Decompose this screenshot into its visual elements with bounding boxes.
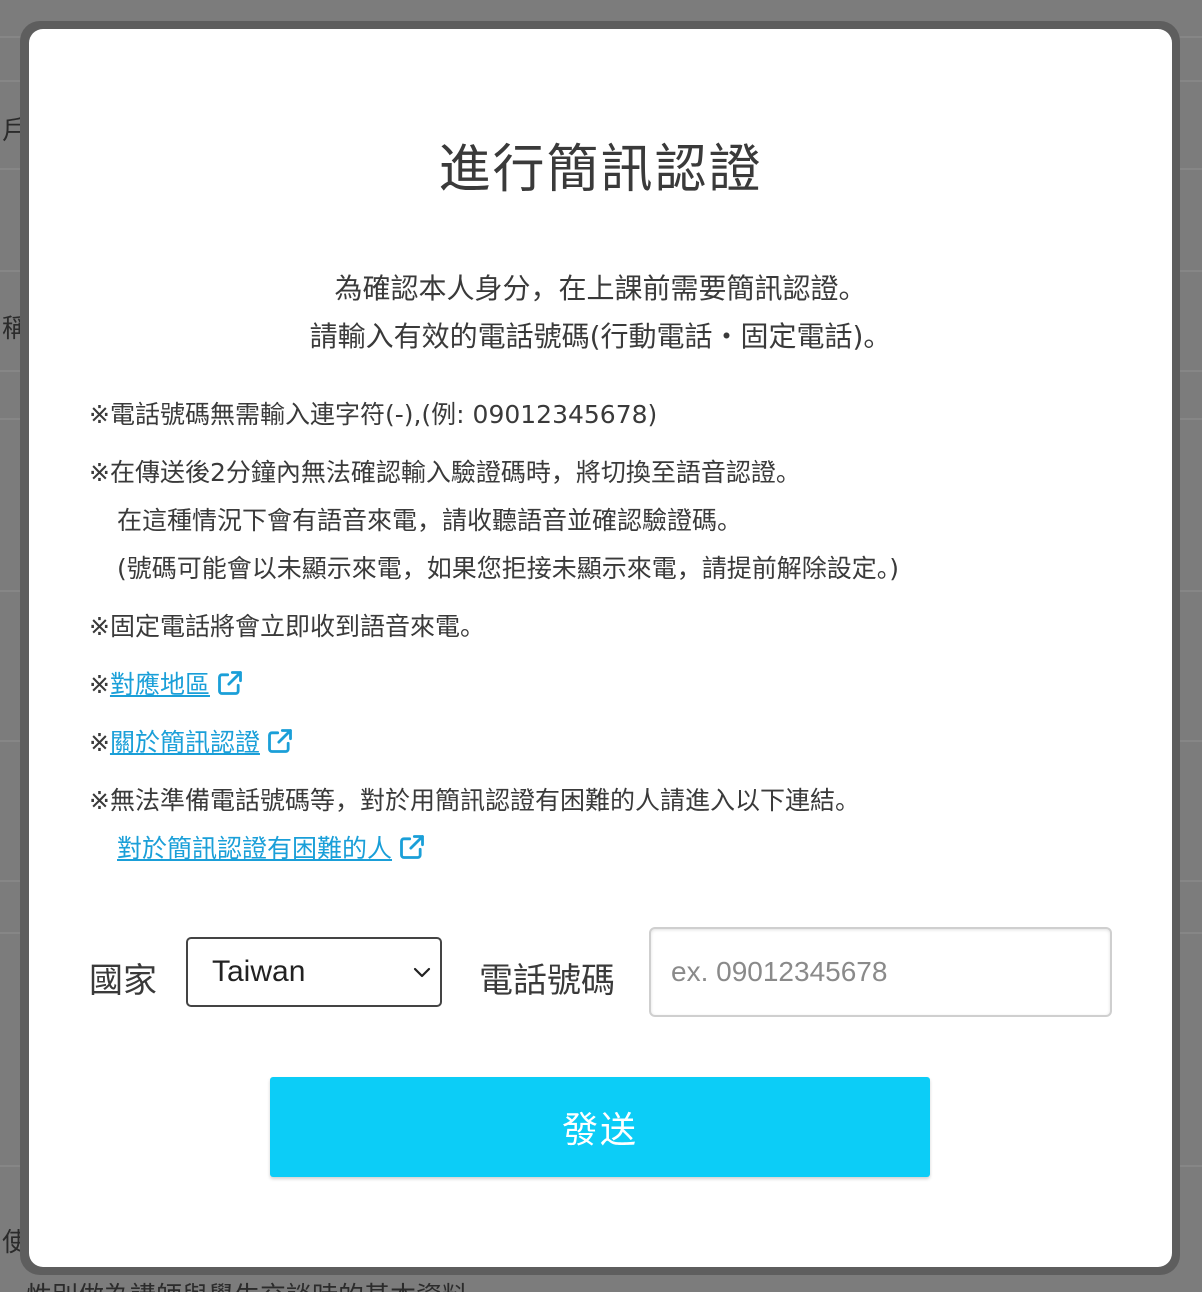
- sms-verification-modal: 進行簡訊認證 為確認本人身分，在上課前需要簡訊認證。 請輸入有效的電話號碼(行動…: [29, 29, 1172, 1267]
- about-sms-link[interactable]: 關於簡訊認證: [110, 728, 294, 757]
- note-text: 在這種情況下會有語音來電，請收聽語音並確認驗證碼。: [117, 506, 743, 535]
- intro-line: 為確認本人身分，在上課前需要簡訊認證。: [334, 272, 867, 305]
- note-difficulty: ※無法準備電話號碼等，對於用簡訊認證有困難的人請進入以下連結。 對於簡訊認證有困…: [89, 777, 1129, 873]
- phone-form: 國家 Taiwan 電話號碼: [89, 927, 1119, 1019]
- note-hyphen: ※電話號碼無需輸入連字符(-),(例: 09012345678): [89, 391, 1129, 439]
- note-mark: ※: [89, 728, 110, 757]
- note-region-link: ※對應地區: [89, 661, 1129, 709]
- note-landline: ※固定電話將會立即收到語音來電。: [89, 603, 1129, 651]
- note-text: ※在傳送後2分鐘內無法確認輸入驗證碼時，將切換至語音認證。: [89, 458, 801, 487]
- send-button[interactable]: 發送: [270, 1077, 930, 1177]
- note-mark: ※: [89, 670, 110, 699]
- note-text: ※無法準備電話號碼等，對於用簡訊認證有困難的人請進入以下連結。: [89, 786, 860, 815]
- difficulty-link-label: 對於簡訊認證有困難的人: [117, 834, 393, 863]
- about-sms-link-label: 關於簡訊認證: [109, 728, 260, 757]
- intro-line: 請輸入有效的電話號碼(行動電話・固定電話)。: [309, 320, 892, 353]
- chevron-down-icon: [413, 967, 431, 978]
- note-text: ※電話號碼無需輸入連字符(-),(例: 09012345678): [89, 400, 658, 429]
- country-select[interactable]: Taiwan: [186, 937, 442, 1007]
- background-bottom-text: 性別做為講師與學生交談時的基本資料: [26, 1276, 468, 1292]
- difficulty-link[interactable]: 對於簡訊認證有困難的人: [117, 834, 426, 863]
- region-link-label: 對應地區: [109, 670, 210, 699]
- country-label: 國家: [89, 961, 157, 1001]
- phone-input[interactable]: [649, 927, 1112, 1017]
- country-select-value: Taiwan: [212, 955, 306, 988]
- notes-list: ※電話號碼無需輸入連字符(-),(例: 09012345678) ※在傳送後2分…: [89, 391, 1129, 883]
- note-text: (號碼可能會以未顯示來電，如果您拒接未顯示來電，請提前解除設定。): [117, 554, 900, 583]
- external-link-icon: [400, 835, 424, 859]
- note-about-link: ※關於簡訊認證: [89, 719, 1129, 767]
- external-link-icon: [268, 729, 292, 753]
- note-voice: ※在傳送後2分鐘內無法確認輸入驗證碼時，將切換至語音認證。 在這種情況下會有語音…: [89, 449, 1129, 593]
- difficulty-link-line: 對於簡訊認證有困難的人: [89, 825, 1129, 873]
- intro-text: 為確認本人身分，在上課前需要簡訊認證。 請輸入有效的電話號碼(行動電話・固定電話…: [29, 265, 1172, 361]
- note-text: ※固定電話將會立即收到語音來電。: [89, 612, 485, 641]
- region-link[interactable]: 對應地區: [110, 670, 244, 699]
- modal-title: 進行簡訊認證: [438, 140, 763, 200]
- phone-label: 電話號碼: [479, 961, 615, 1001]
- external-link-icon: [218, 671, 242, 695]
